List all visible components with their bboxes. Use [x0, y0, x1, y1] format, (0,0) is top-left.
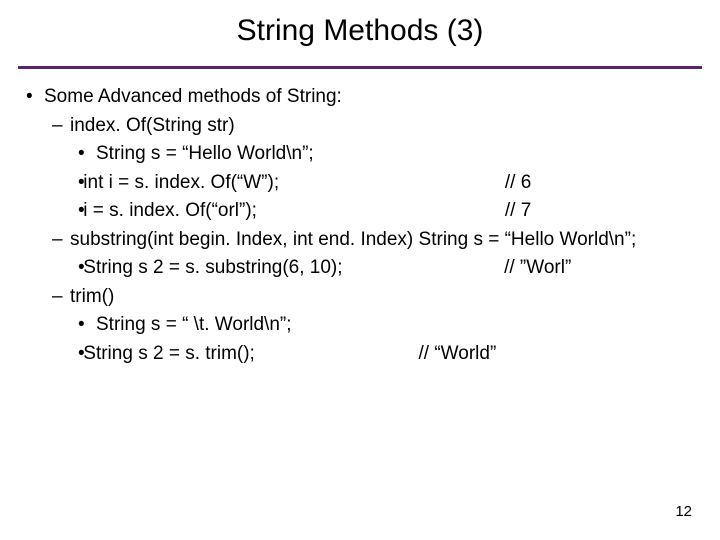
method-substring-sig: substring(int begin. Index, int end. Ind… [70, 229, 636, 250]
bullet-intro-text: Some Advanced methods of String: [44, 86, 342, 107]
indexof-line2-comment: // 6 [523, 169, 531, 198]
substring-line1-comment: // ”Worl” [522, 254, 571, 283]
indexof-line3: i = s. index. Of(“orl”); // 7 [26, 197, 694, 226]
indexof-line1-text: String s = “Hello World\n”; [96, 143, 314, 164]
trim-line1: String s = “ \t. World\n”; [26, 311, 694, 340]
indexof-line2: int i = s. index. Of(“W”); // 6 [26, 169, 694, 198]
trim-line2-comment: // “World” [437, 340, 497, 369]
slide-number: 12 [675, 503, 692, 520]
trim-line2: String s 2 = s. trim(); // “World” [26, 340, 694, 369]
method-substring: substring(int begin. Index, int end. Ind… [26, 226, 694, 255]
slide-body: Some Advanced methods of String: index. … [0, 83, 720, 368]
method-trim: trim() [26, 283, 694, 312]
indexof-line3-comment: // 7 [523, 197, 531, 226]
slide: String Methods (3) Some Advanced methods… [0, 0, 720, 540]
indexof-line2-text: int i = s. index. Of(“W”); [101, 169, 279, 198]
substring-line1-text: String s 2 = s. substring(6, 10); [101, 254, 342, 283]
substring-line1: String s 2 = s. substring(6, 10); // ”Wo… [26, 254, 694, 283]
indexof-line3-text: i = s. index. Of(“orl”); [101, 197, 257, 226]
method-indexof: index. Of(String str) [26, 112, 694, 141]
title-underline [18, 66, 702, 69]
trim-line2-text: String s 2 = s. trim(); [101, 340, 255, 369]
bullet-intro: Some Advanced methods of String: [26, 83, 694, 112]
indexof-line1: String s = “Hello World\n”; [26, 140, 694, 169]
method-trim-sig: trim() [70, 286, 114, 307]
slide-title: String Methods (3) [0, 14, 720, 48]
trim-line1-text: String s = “ \t. World\n”; [96, 314, 292, 335]
method-indexof-sig: index. Of(String str) [70, 115, 235, 136]
